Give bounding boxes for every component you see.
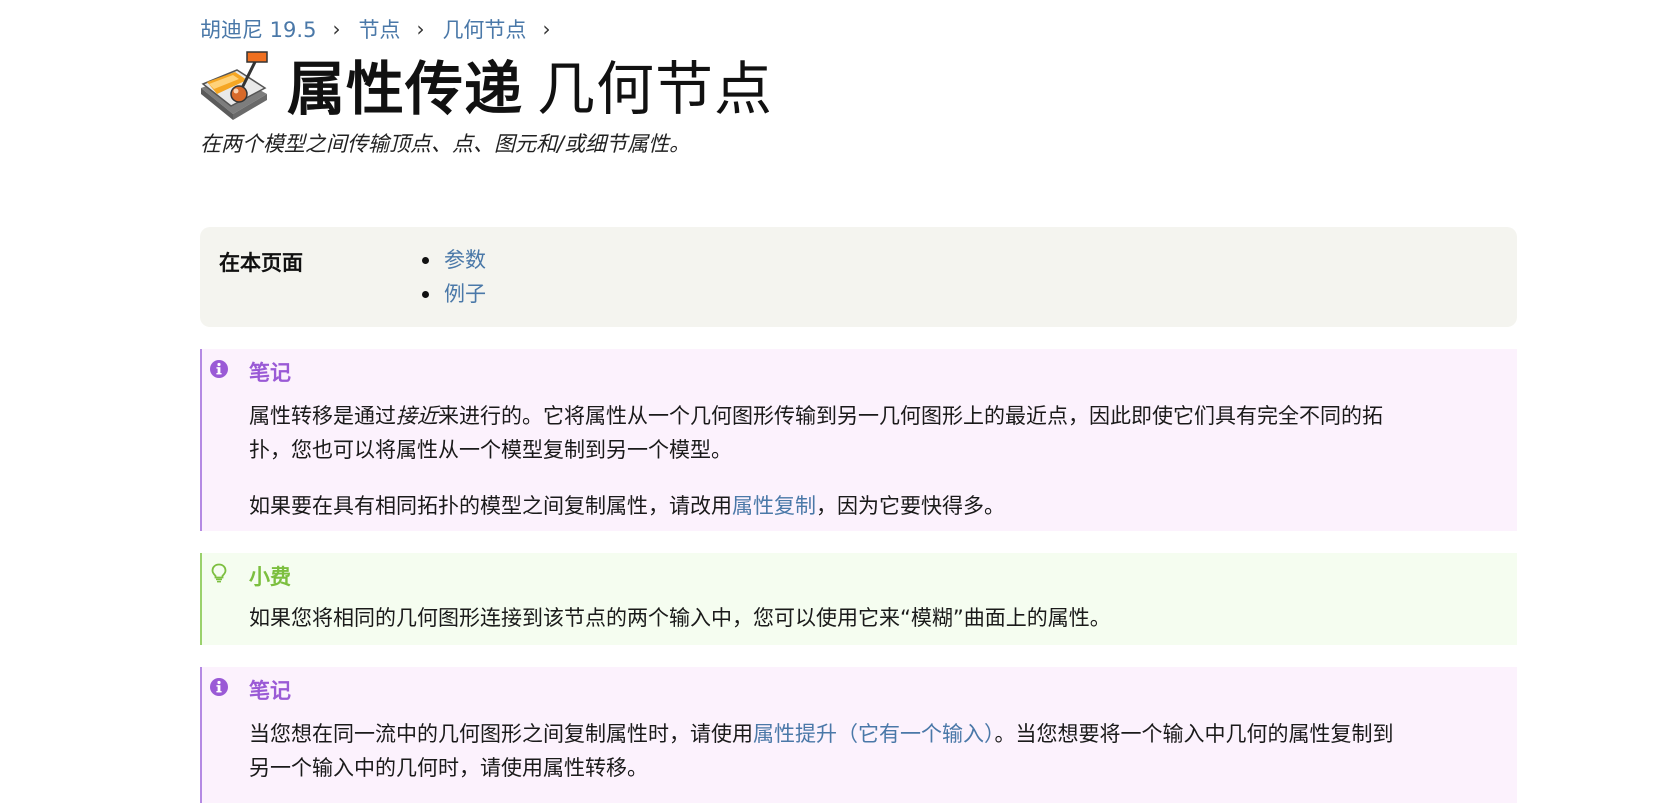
breadcrumb-item-nodes[interactable]: 节点: [358, 14, 400, 44]
title-bold: 属性传递: [287, 55, 524, 123]
on-this-page-list: 参数 例子: [422, 243, 486, 311]
attribute-promote-link[interactable]: 属性提升（它有一个输入）: [753, 722, 995, 746]
attribute-transfer-node-icon: [201, 51, 268, 120]
note-paragraph: 属性转移是通过接近来进行的。它将属性从一个几何图形传输到另一几何图形上的最近点，…: [249, 399, 1494, 467]
note-text: ，因为它要快得多。: [816, 494, 1005, 518]
title-category: 几何节点: [537, 55, 774, 123]
note-paragraph: 当您想在同一流中的几何图形之间复制属性时，请使用属性提升（它有一个输入）。当您想…: [249, 717, 1494, 785]
note-title: 笔记: [249, 679, 291, 703]
note-text: 。当您想要将一个输入中几何的属性复制到: [994, 722, 1394, 746]
tip-title: 小费: [249, 565, 291, 589]
breadcrumb-item-geometry-nodes[interactable]: 几何节点: [442, 14, 526, 44]
breadcrumb: 胡迪尼 19.5 › 节点 › 几何节点 ›: [200, 14, 568, 44]
page-title: 属性传递 几何节点: [199, 42, 773, 126]
note-paragraph: 如果要在具有相同拓扑的模型之间复制属性，请改用属性复制，因为它要快得多。: [249, 489, 1494, 523]
note-text: 另一个输入中的几何时，请使用属性转移。: [249, 756, 648, 780]
chevron-right-icon: ›: [332, 17, 341, 41]
breadcrumb-item-houdini[interactable]: 胡迪尼 19.5: [200, 14, 316, 44]
note-title: 笔记: [249, 361, 291, 385]
note-text: 如果要在具有相同拓扑的模型之间复制属性，请改用: [249, 494, 732, 518]
tip-paragraph: 如果您将相同的几何图形连接到该节点的两个输入中，您可以使用它来“模糊”曲面上的属…: [249, 606, 1111, 630]
toc-link-examples[interactable]: 例子: [444, 277, 486, 311]
note-text: 属性转移是通过: [249, 404, 396, 428]
page-summary: 在两个模型之间传输顶点、点、图元和/或细节属性。: [200, 132, 691, 156]
page: 胡迪尼 19.5 › 节点 › 几何节点 › 属性传递 几何节点 在两个模型之间…: [0, 0, 1667, 803]
attribute-copy-link[interactable]: 属性复制: [732, 494, 816, 518]
note-emphasis: 接近: [396, 404, 438, 428]
on-this-page-label: 在本页面: [219, 251, 303, 275]
chevron-right-icon: ›: [542, 17, 551, 41]
note-text: 来进行的。它将属性从一个几何图形传输到另一几何图形上的最近点，因此即使它们具有完…: [438, 404, 1383, 428]
tip-callout: 小费 如果您将相同的几何图形连接到该节点的两个输入中，您可以使用它来“模糊”曲面…: [200, 553, 1517, 645]
toc-link-parameters[interactable]: 参数: [444, 243, 486, 277]
chevron-right-icon: ›: [416, 17, 425, 41]
info-icon: [210, 678, 228, 696]
info-icon: [210, 360, 228, 378]
note-callout: 笔记 当您想在同一流中的几何图形之间复制属性时，请使用属性提升（它有一个输入）。…: [200, 667, 1517, 803]
bullet-icon: [422, 290, 429, 298]
note-text: 当您想在同一流中的几何图形之间复制属性时，请使用: [249, 722, 753, 746]
toc-item-parameters[interactable]: 参数: [422, 243, 486, 277]
lightbulb-icon: [211, 563, 227, 583]
bullet-icon: [422, 256, 429, 264]
toc-item-examples[interactable]: 例子: [422, 277, 486, 311]
note-callout: 笔记 属性转移是通过接近来进行的。它将属性从一个几何图形传输到另一几何图形上的最…: [200, 349, 1517, 531]
on-this-page-box: 在本页面 参数 例子: [200, 227, 1517, 327]
note-text: 扑，您也可以将属性从一个模型复制到另一个模型。: [249, 438, 732, 462]
